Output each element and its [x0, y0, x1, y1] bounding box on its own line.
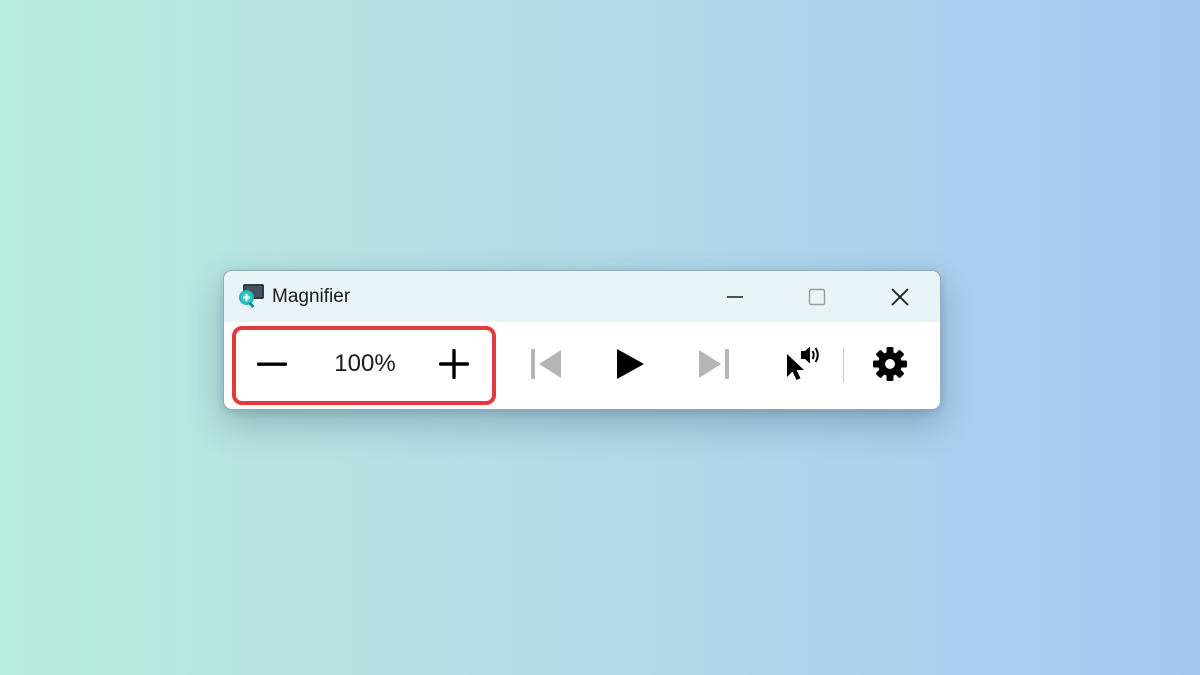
minimize-icon	[727, 295, 743, 298]
skip-previous-icon	[531, 349, 561, 379]
toolbar-divider	[843, 348, 844, 382]
zoom-in-button[interactable]	[432, 342, 476, 386]
close-button[interactable]	[865, 271, 935, 322]
window-title: Magnifier	[272, 286, 351, 307]
close-icon	[891, 287, 909, 306]
previous-sentence-button[interactable]	[524, 342, 568, 386]
magnifier-app-icon	[239, 284, 264, 308]
zoom-level-value: 100%	[334, 350, 396, 377]
plus-icon	[439, 349, 469, 379]
maximize-icon	[808, 288, 826, 305]
gear-icon	[873, 347, 907, 381]
magnifier-toolbar: 100%	[224, 322, 940, 409]
settings-button[interactable]	[868, 342, 912, 386]
skip-next-icon	[699, 349, 729, 379]
magnifier-window: Magnifier 100%	[223, 270, 941, 410]
read-from-here-button[interactable]	[778, 340, 824, 386]
maximize-button[interactable]	[782, 271, 852, 322]
title-bar[interactable]: Magnifier	[224, 271, 940, 322]
play-icon	[617, 349, 644, 379]
pointer-speaker-icon	[787, 346, 819, 380]
next-sentence-button[interactable]	[692, 342, 736, 386]
minimize-button[interactable]	[700, 271, 770, 322]
play-button[interactable]	[608, 342, 652, 386]
minus-icon	[257, 362, 287, 366]
zoom-out-button[interactable]	[250, 342, 294, 386]
